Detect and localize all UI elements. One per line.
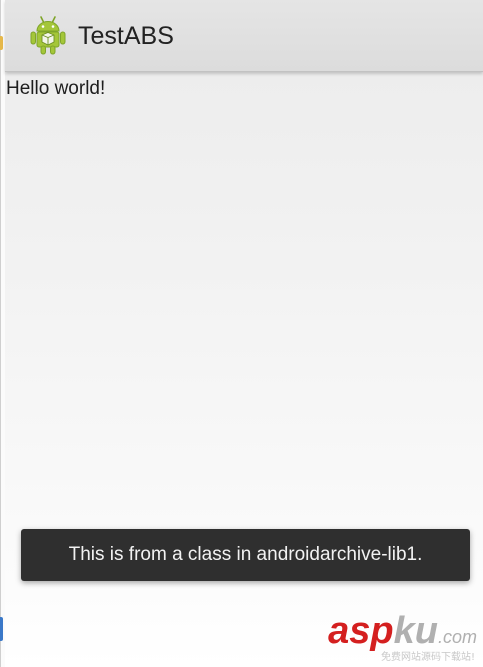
toast-message: This is from a class in androidarchive-l… xyxy=(68,544,423,565)
watermark-brand-gray: ku xyxy=(393,610,438,652)
watermark-brand-suffix: .com xyxy=(437,627,477,647)
content-area: Hello world! This is from a class in and… xyxy=(5,72,483,667)
watermark-slogan: 免费网站源码下载站! xyxy=(380,652,475,663)
app-screen: TestABS Hello world! This is from a clas… xyxy=(5,0,483,667)
watermark-brand-red: asp xyxy=(328,610,394,652)
edge-marker-bottom xyxy=(0,617,3,641)
android-robot-icon[interactable] xyxy=(29,14,67,56)
action-bar: TestABS xyxy=(5,0,483,72)
edge-marker-top xyxy=(0,36,3,50)
app-title: TestABS xyxy=(78,22,174,50)
watermark-logo: aspku.com 免费网站源码下载站! xyxy=(307,611,477,663)
hello-text: Hello world! xyxy=(6,78,106,99)
toast-popup: This is from a class in androidarchive-l… xyxy=(21,529,470,581)
